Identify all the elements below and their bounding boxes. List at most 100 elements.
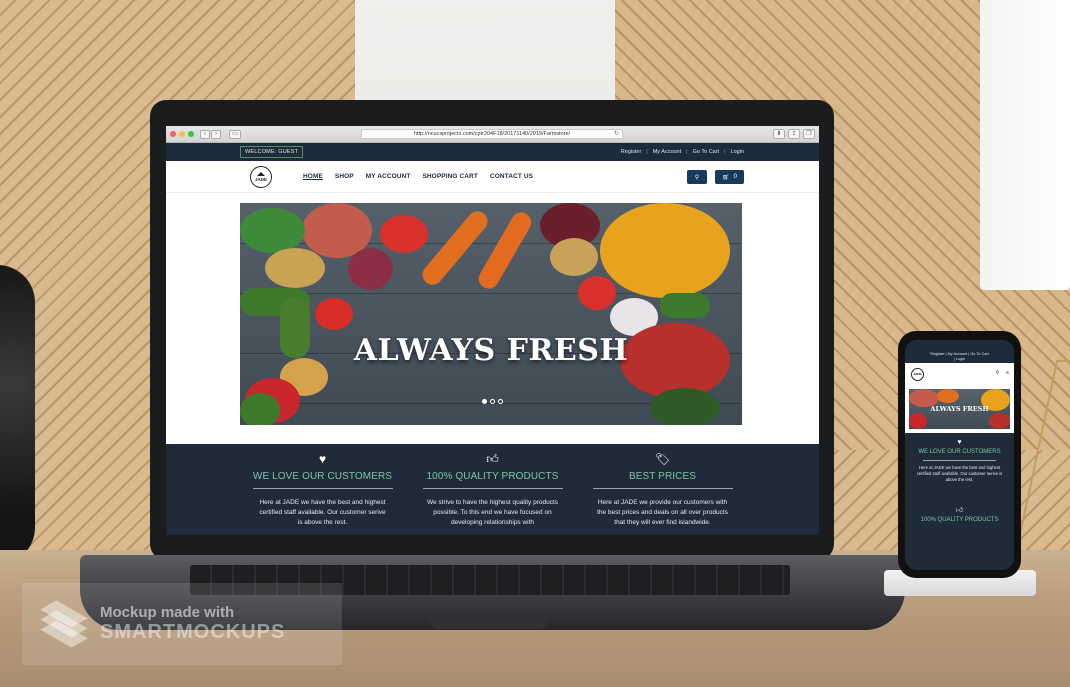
logo-text: JADE	[254, 176, 267, 182]
phone-feature-title: WE LOVE OUR CUSTOMERS	[918, 449, 1001, 455]
avocado-shape	[650, 388, 720, 425]
feature-text: Here at JADE we provide our customers wi…	[597, 499, 728, 526]
slider-dots	[482, 399, 503, 404]
download-icon[interactable]: ⬇	[773, 129, 785, 139]
separator: |	[686, 149, 688, 155]
pepper-shape	[909, 413, 927, 429]
phone-logo[interactable]: JADE	[911, 367, 924, 381]
cart-button[interactable]: 🛒︎ 0	[715, 170, 744, 184]
account-links: Register | My Account | Go To Cart | Log…	[621, 149, 744, 155]
nav-contact-us[interactable]: CONTACT US	[490, 173, 533, 180]
sidebar-icon[interactable]: ▭	[229, 129, 241, 139]
slider-dot[interactable]	[498, 399, 503, 404]
register-link[interactable]: Register	[621, 149, 641, 155]
nav-home[interactable]: HOME	[303, 173, 323, 180]
go-to-cart-link[interactable]: Go To Cart	[693, 149, 720, 155]
nav-shopping-cart[interactable]: SHOPPING CART	[422, 173, 477, 180]
nav-links: HOME SHOP MY ACCOUNT SHOPPING CART CONTA…	[303, 173, 533, 180]
close-window-icon[interactable]	[170, 131, 176, 137]
greens-shape	[240, 393, 280, 425]
phone-feature-quality: 👍︎ 100% QUALITY PRODUCTS	[905, 483, 1014, 524]
login-link[interactable]: Login	[731, 149, 744, 155]
lamp-shade	[980, 0, 1070, 290]
smartmockups-watermark: Mockup made with SMARTMOCKUPS	[22, 583, 342, 665]
laptop-trackpad	[430, 615, 548, 629]
cart-count: 0	[733, 174, 737, 180]
main-navbar: JADE HOME SHOP MY ACCOUNT SHOPPING CART …	[166, 161, 819, 193]
reload-icon[interactable]: ↻	[614, 130, 619, 139]
divider	[252, 488, 393, 489]
divider	[592, 488, 733, 489]
thumbs-up-icon: 👍︎	[955, 507, 964, 514]
potato-shape	[265, 248, 325, 288]
back-icon[interactable]: ‹	[200, 129, 210, 139]
feature-title: BEST PRICES	[628, 471, 697, 482]
phone-topbar: Register | My Account | Go To Cart | Log…	[905, 340, 1014, 363]
tag-icon: 🏷︎	[654, 452, 671, 466]
minimize-window-icon[interactable]	[179, 131, 185, 137]
phone-hero-title: ALWAYS FRESH	[930, 405, 989, 413]
potato-shape	[550, 238, 598, 276]
my-account-link[interactable]: My Account	[653, 149, 681, 155]
share-icon[interactable]: ⇪	[788, 129, 800, 139]
red-onion-shape	[348, 248, 393, 290]
address-bar[interactable]: http://ncucsprojects.com/cptr204F18/2017…	[361, 129, 623, 139]
carrot-shape	[937, 389, 959, 403]
tomato-shape	[315, 298, 353, 330]
phone-screen: Register | My Account | Go To Cart | Log…	[905, 340, 1014, 570]
tomato-shape	[578, 276, 616, 310]
forward-icon[interactable]: ›	[211, 129, 221, 139]
nav-my-account[interactable]: MY ACCOUNT	[366, 173, 411, 180]
heart-icon: ♥	[957, 439, 962, 446]
phone-go-to-cart-link[interactable]: Go To Cart	[970, 352, 988, 356]
slider-dot[interactable]	[482, 399, 487, 404]
feature-text: We strive to have the highest quality pr…	[426, 499, 559, 526]
feature-title: WE LOVE OUR CUSTOMERS	[252, 471, 393, 482]
feature-customers: ♥ WE LOVE OUR CUSTOMERS Here at JADE we …	[252, 452, 393, 535]
heart-icon: ♥	[318, 452, 327, 466]
feature-prices: 🏷︎ BEST PRICES Here at JADE we provide o…	[592, 452, 733, 535]
site-topbar: WELCOME: GUEST Register | My Account | G…	[166, 143, 819, 161]
hero-title: ALWAYS FRESH	[353, 333, 629, 368]
thumbs-up-icon: 👍︎	[486, 452, 499, 466]
phone-feature-customers: ♥ WE LOVE OUR CUSTOMERS Here at JADE we …	[905, 433, 1014, 483]
hero-slider[interactable]: ALWAYS FRESH	[240, 203, 742, 425]
phone-feature-text: Here at JADE we have the best and highes…	[916, 465, 1003, 482]
divider	[923, 460, 996, 461]
search-icon: ⚲	[694, 174, 700, 181]
url-text: http://ncucsprojects.com/cptr204F18/2017…	[413, 131, 571, 137]
phone-logo-text: JADE	[913, 372, 922, 376]
phone-search-icon[interactable]: ⚲	[995, 370, 999, 376]
cart-icon: 🛒︎	[722, 174, 730, 181]
separator: |	[646, 149, 648, 155]
search-button[interactable]: ⚲	[687, 170, 707, 184]
feature-title: 100% QUALITY PRODUCTS	[426, 471, 559, 482]
feature-quality: 👍︎ 100% QUALITY PRODUCTS We strive to ha…	[422, 452, 563, 535]
phone-feature-title: 100% QUALITY PRODUCTS	[920, 517, 999, 523]
maximize-window-icon[interactable]	[188, 131, 194, 137]
browser-toolbar: ‹ › ▭ http://ncucsprojects.com/cptr204F1…	[166, 126, 819, 143]
divider	[422, 488, 563, 489]
jade-logo[interactable]: JADE	[250, 165, 272, 188]
phone-menu-icon[interactable]: ≡	[1006, 370, 1009, 376]
watermark-line1: Mockup made with	[100, 604, 235, 621]
speaker	[0, 265, 35, 565]
tomato-shape	[380, 215, 428, 253]
separator: |	[724, 149, 726, 155]
phone-hero: ALWAYS FRESH	[905, 385, 1014, 433]
phone-hero-image[interactable]: ALWAYS FRESH	[909, 389, 1010, 429]
tabs-icon[interactable]: ❐	[803, 129, 815, 139]
phone-login-link[interactable]: Login	[956, 357, 965, 361]
cherry-tomatoes-shape	[989, 413, 1010, 429]
slider-dot[interactable]	[490, 399, 495, 404]
nav-shop[interactable]: SHOP	[335, 173, 354, 180]
house-icon	[257, 171, 265, 176]
phone-my-account-link[interactable]: My Account	[948, 352, 968, 356]
features-section: ♥ WE LOVE OUR CUSTOMERS Here at JADE we …	[166, 444, 819, 535]
welcome-badge: WELCOME: GUEST	[240, 146, 304, 158]
watermark-line2: SMARTMOCKUPS	[100, 621, 286, 643]
phone-register-link[interactable]: Register	[930, 352, 944, 356]
greens-shape	[240, 208, 305, 253]
laptop-screen: ‹ › ▭ http://ncucsprojects.com/cptr204F1…	[166, 126, 819, 535]
layers-icon	[40, 600, 88, 648]
